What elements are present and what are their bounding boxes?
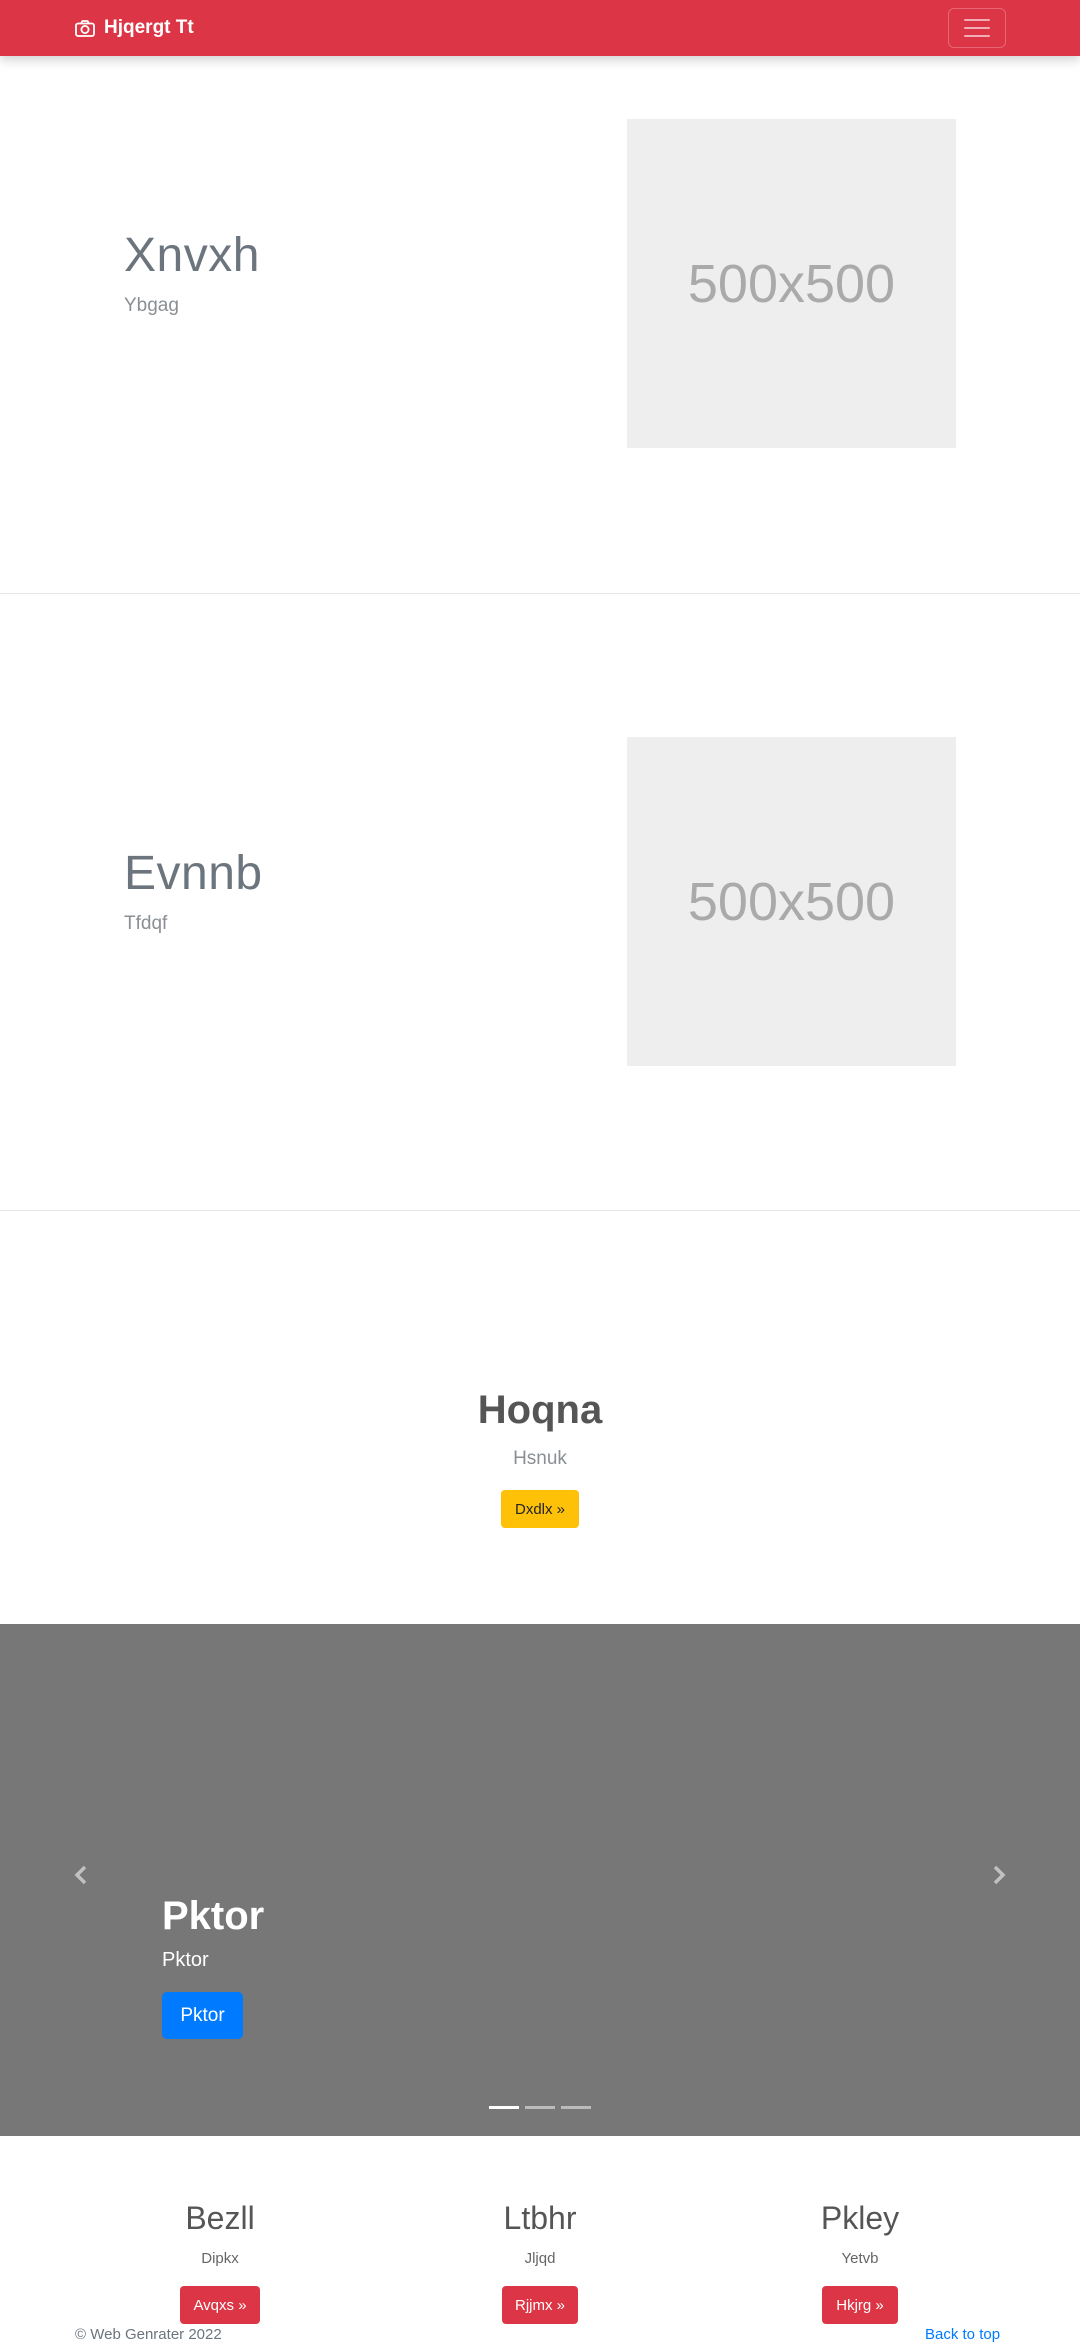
column-button[interactable]: Hkjrg » bbox=[822, 2286, 898, 2324]
cta-button[interactable]: Dxdlx » bbox=[501, 1490, 579, 1528]
column-button[interactable]: Rjjmx » bbox=[502, 2286, 578, 2324]
carousel-indicator[interactable] bbox=[561, 2106, 591, 2109]
carousel-button[interactable]: Pktor bbox=[162, 1992, 243, 2039]
carousel-prev-button[interactable] bbox=[66, 1860, 96, 1890]
cta-subheading: Hsnuk bbox=[513, 1448, 567, 1469]
camera-icon bbox=[75, 19, 95, 37]
column-button[interactable]: Avqxs » bbox=[180, 2286, 260, 2324]
feature-section-2: Evnnb Tfdqf 500x500 bbox=[0, 594, 1080, 1211]
navbar-brand[interactable]: Hjqergt Tt bbox=[75, 0, 194, 56]
carousel-next-button[interactable] bbox=[984, 1860, 1014, 1890]
hamburger-icon-line bbox=[964, 35, 990, 37]
feature-heading: Evnnb bbox=[124, 847, 263, 900]
navbar: Hjqergt Tt bbox=[0, 0, 1080, 56]
placeholder-image: 500x500 bbox=[627, 119, 956, 448]
column-heading: Bezll bbox=[185, 2200, 255, 2236]
feature-subheading: Tfdqf bbox=[124, 913, 168, 934]
column-text: Dipkx bbox=[201, 2250, 239, 2267]
feature-heading: Xnvxh bbox=[124, 229, 260, 282]
carousel-indicator[interactable] bbox=[489, 2106, 519, 2109]
back-to-top-link[interactable]: Back to top bbox=[925, 2326, 1000, 2343]
column-text: Jljqd bbox=[524, 2250, 556, 2267]
navbar-toggler-button[interactable] bbox=[948, 8, 1006, 48]
cta-section: Hoqna Hsnuk Dxdlx » bbox=[0, 1212, 1080, 1624]
placeholder-image: 500x500 bbox=[627, 737, 956, 1066]
column-text: Yetvb bbox=[841, 2250, 879, 2267]
column-heading: Pkley bbox=[820, 2200, 900, 2236]
brand-text: Hjqergt Tt bbox=[104, 17, 194, 38]
carousel-caption: Pktor Pktor Pktor bbox=[162, 1894, 264, 2039]
footer-copyright: © Web Genrater 2022 bbox=[75, 2326, 222, 2343]
carousel-indicator[interactable] bbox=[525, 2106, 555, 2109]
column-heading: Ltbhr bbox=[503, 2200, 577, 2236]
placeholder-label: 500x500 bbox=[687, 871, 896, 932]
hamburger-icon-line bbox=[964, 19, 990, 21]
carousel-indicators bbox=[489, 2106, 591, 2109]
carousel: Pktor Pktor Pktor bbox=[0, 1624, 1080, 2136]
feature-subheading: Ybgag bbox=[124, 295, 179, 316]
columns-section: Bezll Dipkx Avqxs » Ltbhr Jljqd Rjjmx » … bbox=[0, 2136, 1080, 2336]
carousel-text: Pktor bbox=[162, 1949, 209, 1971]
carousel-heading: Pktor bbox=[162, 1894, 265, 1938]
feature-section-1: Xnvxh Ybgag 500x500 bbox=[0, 56, 1080, 594]
placeholder-label: 500x500 bbox=[687, 253, 896, 314]
cta-heading: Hoqna bbox=[477, 1388, 603, 1432]
hamburger-icon-line bbox=[964, 27, 990, 29]
chevron-left-icon bbox=[74, 1865, 87, 1885]
chevron-right-icon bbox=[993, 1865, 1006, 1885]
